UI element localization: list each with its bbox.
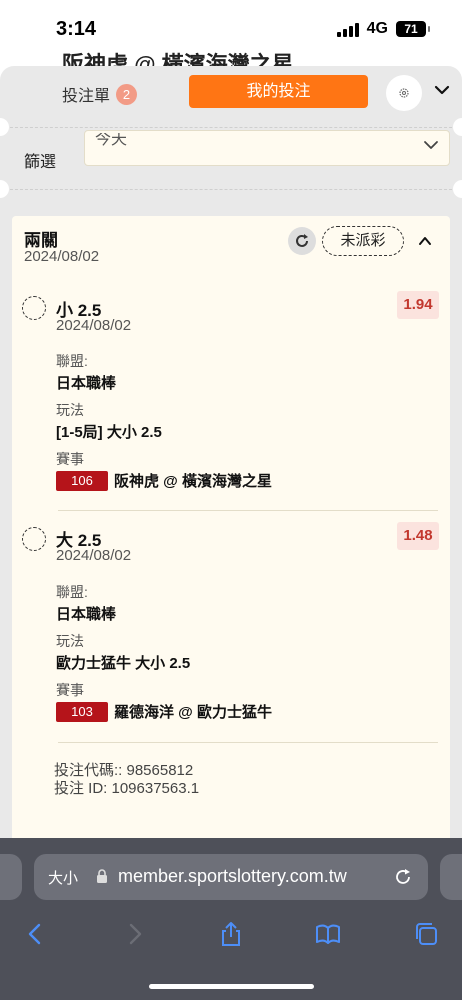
tab-betslip-label: 投注單 <box>62 88 111 105</box>
divider <box>58 510 438 511</box>
market-value: 歐力士猛牛 大小 2.5 <box>56 655 191 672</box>
selection-date: 2024/08/02 <box>56 547 132 564</box>
battery-icon: 71 <box>396 21 430 37</box>
refresh-button[interactable] <box>288 227 316 255</box>
cellular-signal-icon <box>336 21 359 37</box>
home-indicator[interactable] <box>149 984 314 989</box>
market-label: 玩法 <box>56 402 84 418</box>
refresh-icon <box>296 234 308 247</box>
tab-betslip[interactable]: 投注單 2 <box>62 82 138 106</box>
address-bar[interactable]: 大小 member.sportslottery.com.tw <box>34 854 428 900</box>
ticket-notch <box>0 180 9 198</box>
event-label: 賽事 <box>56 451 84 467</box>
forward-icon[interactable] <box>120 920 148 948</box>
filter-label: 篩選 <box>24 154 57 171</box>
divider <box>0 189 462 190</box>
bet-date: 2024/08/02 <box>24 248 100 265</box>
event-label: 賽事 <box>56 682 84 698</box>
lock-icon <box>97 869 107 883</box>
league-value: 日本職棒 <box>56 375 117 392</box>
league-label: 聯盟: <box>56 584 88 600</box>
odds-badge: 1.48 <box>397 522 439 550</box>
market-label: 玩法 <box>56 633 84 649</box>
bet-sheet: 投注單 2 我的投注 篩選 今天 兩關 2024/08/02 未派彩 小 2.5… <box>0 66 462 846</box>
settings-button[interactable] <box>386 75 422 111</box>
tabs-icon[interactable] <box>412 920 440 948</box>
reload-icon[interactable] <box>392 866 414 888</box>
bet-card: 兩關 2024/08/02 未派彩 小 2.5 2024/08/02 1.94 … <box>12 216 450 846</box>
selection-radio[interactable] <box>22 527 46 551</box>
event-name: 阪神虎 @ 橫濱海灣之星 <box>114 473 272 490</box>
league-label: 聯盟: <box>56 353 88 369</box>
ticket-notch <box>453 180 462 198</box>
chevron-down-icon[interactable] <box>432 80 452 100</box>
browser-toolbar: 大小 member.sportslottery.com.tw <box>0 838 462 1000</box>
url-text: member.sportslottery.com.tw <box>118 866 347 886</box>
selection-date: 2024/08/02 <box>56 317 132 334</box>
selection-radio[interactable] <box>22 296 46 320</box>
next-tab-preview[interactable] <box>440 854 462 900</box>
league-value: 日本職棒 <box>56 606 117 623</box>
market-value: [1-5局] 大小 2.5 <box>56 424 162 441</box>
sheet-header: 投注單 2 我的投注 <box>0 66 462 122</box>
status-indicators: 4G 71 <box>336 20 430 38</box>
share-icon[interactable] <box>217 920 245 948</box>
tab-my-bets[interactable]: 我的投注 <box>189 75 368 108</box>
divider <box>58 742 438 743</box>
network-type: 4G <box>366 20 388 37</box>
previous-tab-preview[interactable] <box>0 854 22 900</box>
ticket-notch <box>453 118 462 136</box>
bookmarks-icon[interactable] <box>314 920 342 948</box>
event-name: 羅德海洋 @ 歐力士猛牛 <box>114 704 272 721</box>
event-row: 106 阪神虎 @ 橫濱海灣之星 <box>56 470 272 491</box>
status-time: 3:14 <box>56 18 97 40</box>
page-settings-button[interactable]: 大小 <box>48 867 78 888</box>
betslip-count-badge: 2 <box>116 83 138 105</box>
odds-badge: 1.94 <box>397 291 439 319</box>
filter-dropdown[interactable]: 今天 <box>84 130 450 166</box>
chevron-down-icon <box>424 141 438 149</box>
bet-id: 投注 ID: 109637563.1 <box>54 780 200 797</box>
back-icon[interactable] <box>22 920 50 948</box>
status-badge: 未派彩 <box>322 226 404 256</box>
gear-icon <box>399 88 409 98</box>
event-code-badge: 106 <box>56 470 108 491</box>
event-row: 103 羅德海洋 @ 歐力士猛牛 <box>56 701 272 722</box>
chevron-up-icon[interactable] <box>416 232 434 250</box>
filter-value: 今天 <box>95 133 128 148</box>
event-code-badge: 103 <box>56 701 108 722</box>
divider <box>0 127 462 128</box>
